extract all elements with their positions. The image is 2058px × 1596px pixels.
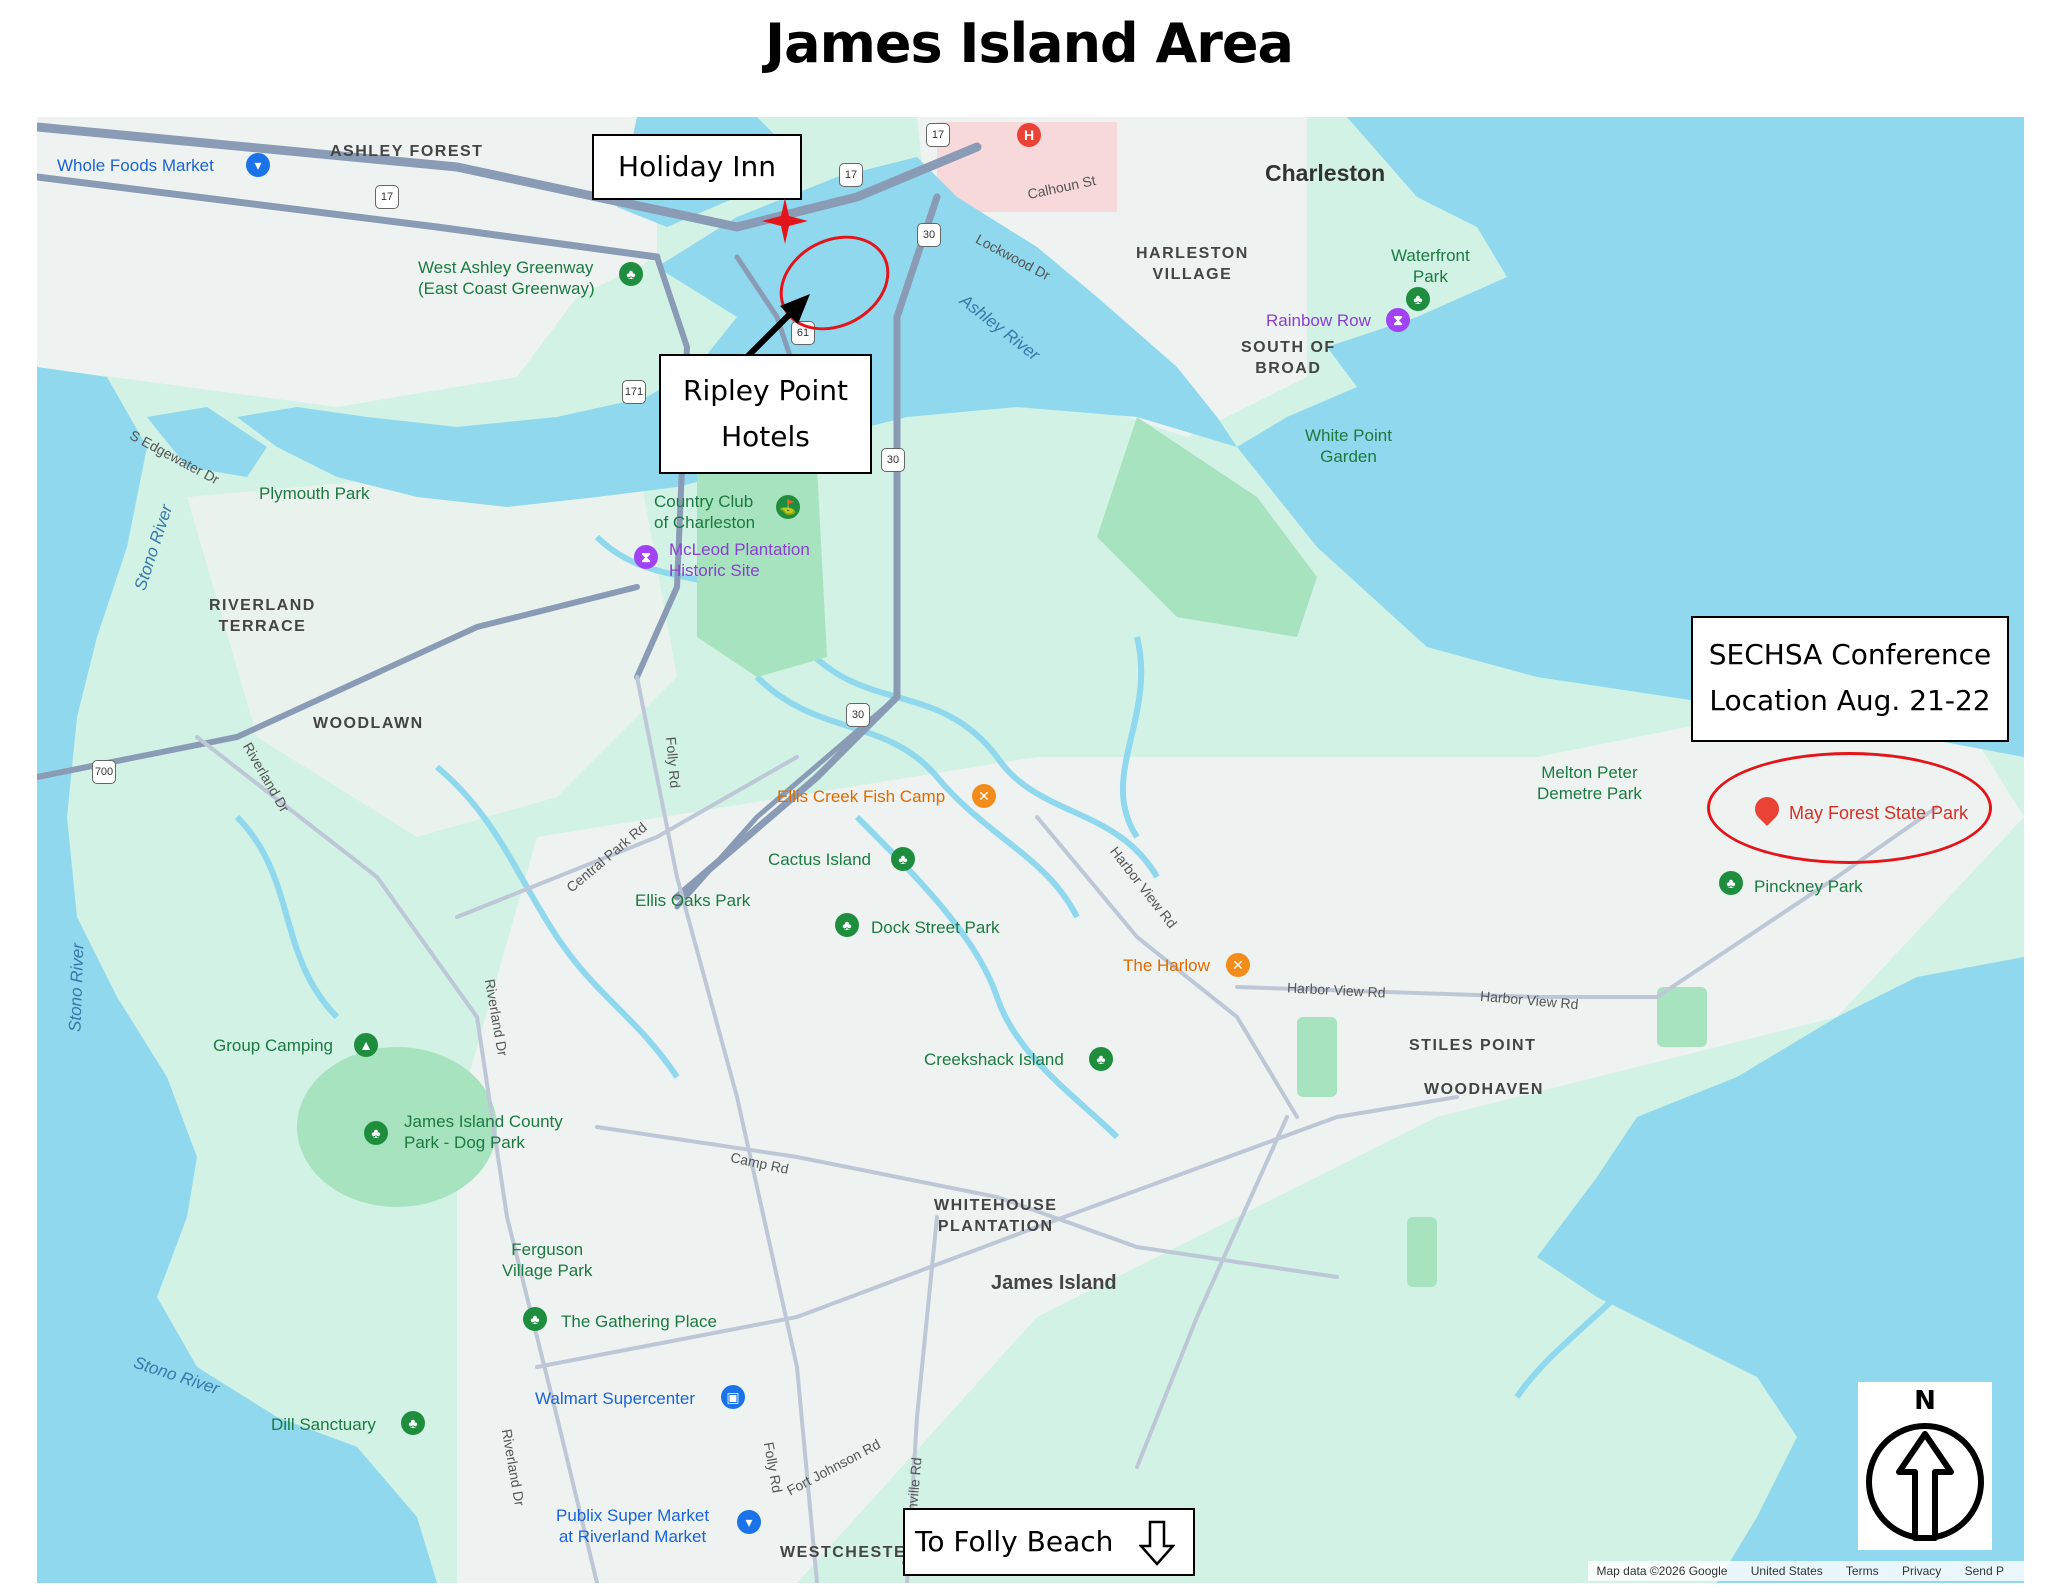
tree-icon[interactable]: ♣ <box>835 913 859 937</box>
route-shield: 171 <box>622 380 646 404</box>
label-dill-sanctuary[interactable]: Dill Sanctuary <box>271 1414 376 1435</box>
callout-text: Location Aug. 21-22 <box>1709 684 1991 717</box>
label-waterfront-park[interactable]: Waterfront Park <box>1391 245 1470 287</box>
highlight-ellipse-may-forest <box>1707 752 1992 864</box>
send-feedback-link[interactable]: Send P <box>1965 1564 2004 1578</box>
callout-ripley-point: Ripley Point Hotels <box>659 354 872 474</box>
label-county-park[interactable]: James Island County Park - Dog Park <box>404 1111 563 1153</box>
map-attribution: Map data ©2026 Google United States Term… <box>1588 1561 2024 1581</box>
page-title: James Island Area <box>765 12 1294 75</box>
label-gathering-place[interactable]: The Gathering Place <box>561 1311 717 1332</box>
tree-icon[interactable]: ♣ <box>1406 287 1430 311</box>
compass-letter: N <box>1914 1386 1936 1416</box>
shopping-cart-icon[interactable]: ▾ <box>246 153 270 177</box>
callout-folly-beach: To Folly Beach <box>903 1508 1195 1576</box>
label-mcleod[interactable]: McLeod Plantation Historic Site <box>669 539 810 581</box>
label-publix[interactable]: Publix Super Market at Riverland Market <box>556 1505 709 1547</box>
label-rainbow-row[interactable]: Rainbow Row <box>1266 310 1371 331</box>
label-riverland-terrace: RIVERLAND TERRACE <box>209 597 316 635</box>
label-dock-street[interactable]: Dock Street Park <box>871 917 1000 938</box>
arrow-icon <box>745 294 810 359</box>
restaurant-icon[interactable]: ✕ <box>972 784 996 808</box>
callout-text: Ripley Point <box>682 374 848 407</box>
label-charleston: Charleston <box>1265 160 1386 186</box>
compass-box: N <box>1858 1382 1992 1550</box>
map-base-layer <box>37 117 2024 1583</box>
camping-icon[interactable]: ▲ <box>354 1033 378 1057</box>
callout-text: To Folly Beach <box>915 1525 1114 1558</box>
label-whole-foods[interactable]: Whole Foods Market <box>57 155 214 176</box>
region-link[interactable]: United States <box>1751 1564 1823 1578</box>
callout-text: Hotels <box>721 420 810 453</box>
label-south-of-broad: SOUTH OF BROAD <box>1241 339 1336 377</box>
label-cactus-island[interactable]: Cactus Island <box>768 849 871 870</box>
label-pinckney-park[interactable]: Pinckney Park <box>1754 876 1863 897</box>
map-view[interactable]: ASHLEY FOREST ▾ Whole Foods Market Charl… <box>37 117 2024 1583</box>
label-ellis-oaks[interactable]: Ellis Oaks Park <box>635 890 750 911</box>
label-group-camping[interactable]: Group Camping <box>213 1035 333 1056</box>
tree-icon[interactable]: ♣ <box>364 1121 388 1145</box>
hospital-icon[interactable]: H <box>1017 123 1041 147</box>
label-walmart[interactable]: Walmart Supercenter <box>535 1388 695 1409</box>
tree-icon[interactable]: ♣ <box>401 1411 425 1435</box>
label-whitehouse-plantation: WHITEHOUSE PLANTATION <box>934 1197 1058 1235</box>
terms-link[interactable]: Terms <box>1846 1564 1879 1578</box>
tree-icon[interactable]: ♣ <box>619 262 643 286</box>
map-data-credit: Map data ©2026 Google <box>1596 1564 1728 1578</box>
label-stiles-point: STILES POINT <box>1409 1037 1537 1054</box>
callout-sechsa: SECHSA Conference Location Aug. 21-22 <box>1691 616 2009 742</box>
label-woodhaven: WOODHAVEN <box>1424 1081 1544 1098</box>
callout-holiday-inn: Holiday Inn <box>592 134 802 200</box>
shopping-bag-icon[interactable]: ▣ <box>721 1385 745 1409</box>
golf-icon[interactable]: ⛳ <box>776 495 800 519</box>
restaurant-icon[interactable]: ✕ <box>1226 953 1250 977</box>
label-ellis-creek[interactable]: Ellis Creek Fish Camp <box>777 786 945 807</box>
landmark-icon[interactable]: ⧗ <box>634 545 658 569</box>
label-greenway[interactable]: West Ashley Greenway (East Coast Greenway… <box>418 257 595 299</box>
arrow-down-icon <box>1139 1520 1175 1566</box>
label-plymouth-park[interactable]: Plymouth Park <box>259 483 370 504</box>
landmark-icon[interactable]: ⧗ <box>1386 308 1410 332</box>
label-white-point-garden[interactable]: White Point Garden <box>1305 425 1392 467</box>
label-melton-park[interactable]: Melton Peter Demetre Park <box>1537 762 1642 804</box>
route-shield: 700 <box>92 760 116 784</box>
label-stono-river: Stono River <box>65 942 88 1033</box>
tree-icon[interactable]: ♣ <box>1089 1047 1113 1071</box>
north-arrow-icon <box>1866 1423 1984 1541</box>
route-shield: 30 <box>846 703 870 727</box>
route-shield: 17 <box>839 163 863 187</box>
tree-icon[interactable]: ♣ <box>523 1307 547 1331</box>
route-shield: 17 <box>375 185 399 209</box>
label-creekshack[interactable]: Creekshack Island <box>924 1049 1064 1070</box>
label-harleston: HARLESTON VILLAGE <box>1136 245 1249 283</box>
callout-text: SECHSA Conference <box>1708 638 1992 671</box>
label-woodlawn: WOODLAWN <box>313 715 424 732</box>
label-the-harlow[interactable]: The Harlow <box>1123 955 1210 976</box>
label-ferguson-park[interactable]: Ferguson Village Park <box>502 1239 592 1281</box>
star-marker-icon <box>762 198 808 244</box>
label-james-island: James Island <box>991 1272 1117 1294</box>
route-shield: 17 <box>926 123 950 147</box>
privacy-link[interactable]: Privacy <box>1902 1564 1941 1578</box>
tree-icon[interactable]: ♣ <box>1719 871 1743 895</box>
route-shield: 30 <box>881 448 905 472</box>
road-label: Folly Rd <box>662 736 684 789</box>
shopping-cart-icon[interactable]: ▾ <box>737 1510 761 1534</box>
tree-icon[interactable]: ♣ <box>891 847 915 871</box>
label-country-club[interactable]: Country Club of Charleston <box>654 491 755 533</box>
label-ashley-forest: ASHLEY FOREST <box>330 143 484 160</box>
route-shield: 30 <box>917 223 941 247</box>
